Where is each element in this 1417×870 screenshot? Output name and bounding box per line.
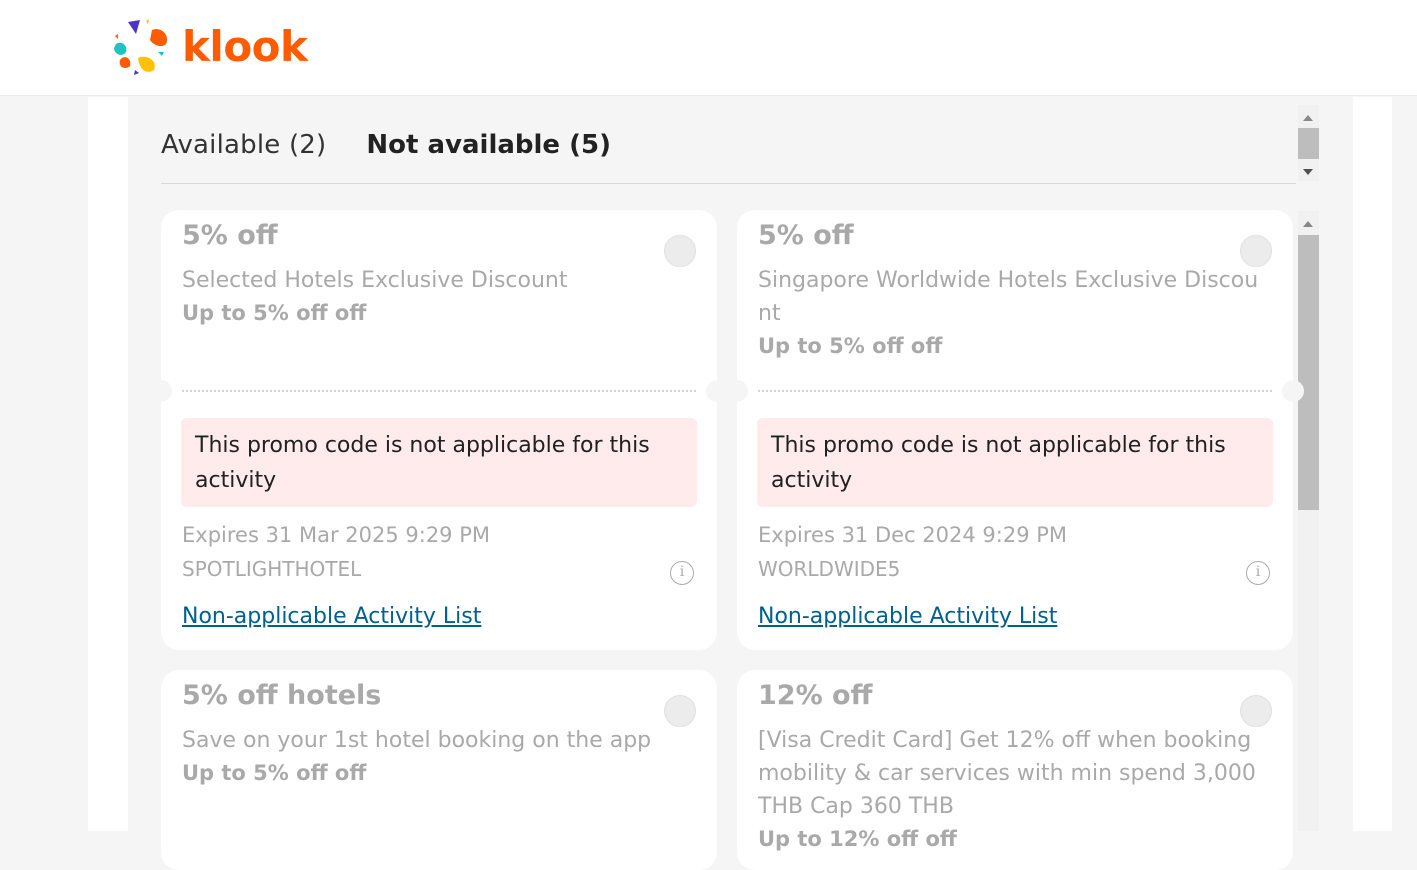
klook-logo[interactable]: klook: [112, 18, 308, 76]
top-bar: klook: [0, 0, 1417, 96]
tabs-scrollbar[interactable]: [1298, 105, 1319, 181]
non-applicable-activity-list-link[interactable]: Non-applicable Activity List: [182, 604, 481, 629]
promo-title: 5% off: [182, 220, 278, 251]
scrollbar-thumb[interactable]: [1298, 235, 1319, 510]
promo-code: SPOTLIGHTHOTEL: [182, 557, 362, 581]
list-scrollbar[interactable]: [1298, 211, 1319, 831]
promo-card[interactable]: 5% off Selected Hotels Exclusive Discoun…: [150, 210, 728, 650]
tab-available[interactable]: Available (2): [161, 130, 326, 160]
promo-expiry: Expires 31 Dec 2024 9:29 PM: [758, 523, 1068, 547]
promo-description: Save on your 1st hotel booking on the ap…: [182, 724, 694, 790]
promo-select-radio[interactable]: [1240, 235, 1272, 267]
klook-logo-icon: [114, 19, 168, 75]
promo-subtitle: Up to 5% off off: [182, 301, 367, 325]
promo-description-text: Selected Hotels Exclusive Discount: [182, 268, 568, 293]
promo-card[interactable]: 5% off Singapore Worldwide Hotels Exclus…: [726, 210, 1304, 650]
promo-code: WORLDWIDE5: [758, 557, 901, 581]
ticket-notch-left: [726, 380, 748, 402]
promo-select-radio[interactable]: [664, 695, 696, 727]
scroll-up-arrow-icon[interactable]: [1303, 221, 1313, 227]
promo-title: 5% off hotels: [182, 680, 382, 711]
promo-description-text: [Visa Credit Card] Get 12% off when book…: [758, 728, 1256, 819]
ticket-notch-left: [150, 380, 172, 402]
brand-name: klook: [182, 22, 308, 71]
promo-subtitle: Up to 12% off off: [758, 827, 957, 851]
promo-card[interactable]: 5% off hotels Save on your 1st hotel boo…: [161, 670, 717, 870]
promo-subtitle: Up to 5% off off: [182, 761, 367, 785]
promo-description-text: Save on your 1st hotel booking on the ap…: [182, 728, 652, 753]
promo-card[interactable]: 12% off [Visa Credit Card] Get 12% off w…: [737, 670, 1293, 870]
ticket-divider: [758, 390, 1272, 392]
promo-description: Singapore Worldwide Hotels Exclusive Dis…: [758, 264, 1270, 363]
non-applicable-activity-list-link[interactable]: Non-applicable Activity List: [758, 604, 1057, 629]
promo-tabs: Available (2) Not available (5): [161, 127, 611, 163]
not-applicable-warning: This promo code is not applicable for th…: [757, 418, 1273, 507]
promo-description: Selected Hotels Exclusive Discount Up to…: [182, 264, 694, 330]
info-icon[interactable]: i: [670, 561, 694, 585]
tab-not-available[interactable]: Not available (5): [366, 130, 611, 160]
ticket-notch-right: [1282, 380, 1304, 402]
promo-title: 12% off: [758, 680, 873, 711]
promo-select-radio[interactable]: [664, 235, 696, 267]
promo-title: 5% off: [758, 220, 854, 251]
info-icon[interactable]: i: [1246, 561, 1270, 585]
scroll-down-arrow-icon[interactable]: [1303, 169, 1313, 175]
content-wrapper: Available (2) Not available (5) 5% off S…: [88, 97, 1392, 870]
promo-expiry: Expires 31 Mar 2025 9:29 PM: [182, 523, 490, 547]
not-applicable-warning: This promo code is not applicable for th…: [181, 418, 697, 507]
promo-select-radio[interactable]: [1240, 695, 1272, 727]
scrollbar-thumb[interactable]: [1298, 128, 1319, 159]
promo-code-panel: Available (2) Not available (5) 5% off S…: [128, 97, 1353, 870]
tabs-divider: [161, 183, 1296, 184]
promo-description-text: Singapore Worldwide Hotels Exclusive Dis…: [758, 268, 1259, 326]
promo-subtitle: Up to 5% off off: [758, 334, 943, 358]
ticket-notch-right: [706, 380, 728, 402]
promo-description: [Visa Credit Card] Get 12% off when book…: [758, 724, 1270, 856]
ticket-divider: [182, 390, 696, 392]
scroll-up-arrow-icon[interactable]: [1303, 115, 1313, 121]
